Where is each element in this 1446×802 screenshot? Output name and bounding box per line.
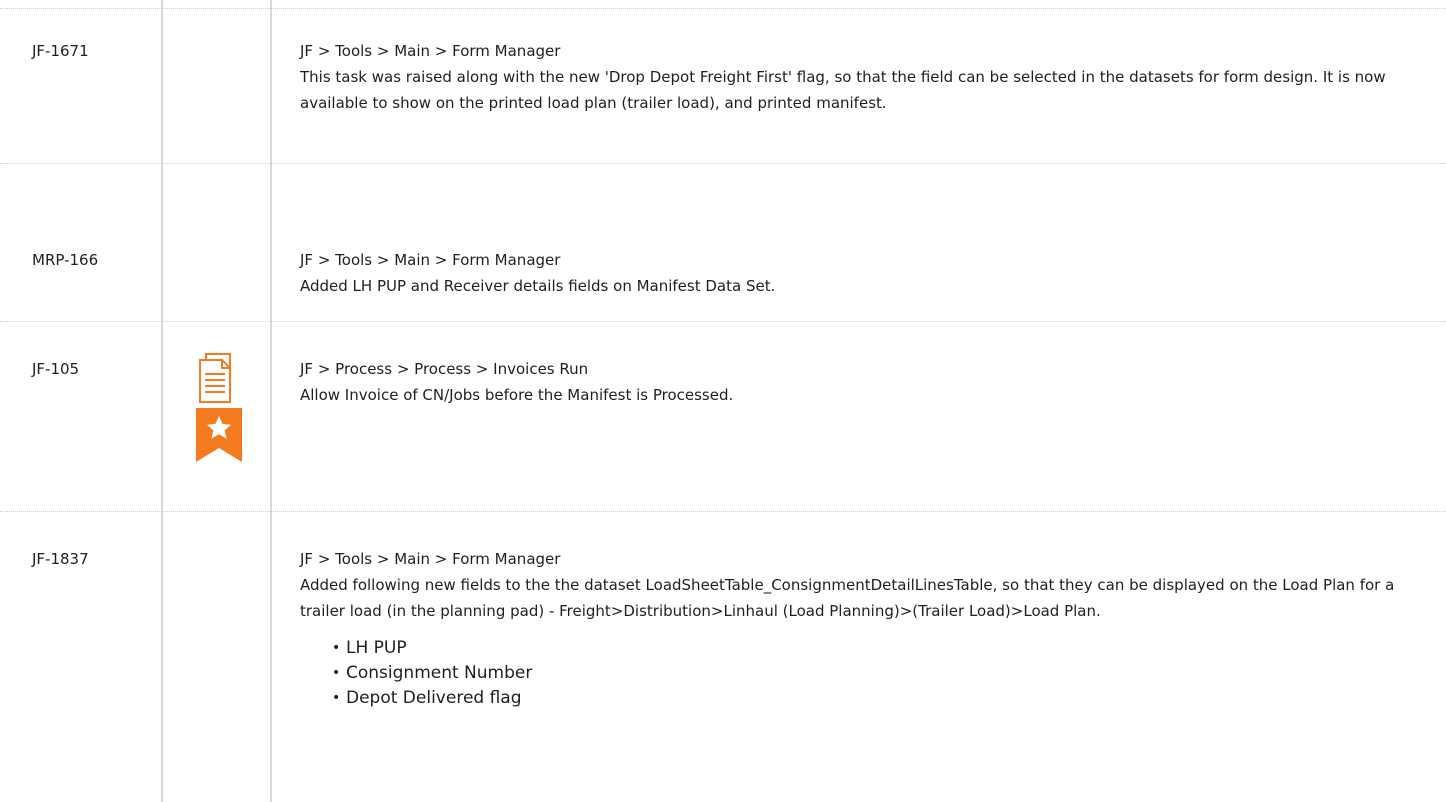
row-content: JF > Process > Process > Invoices Run Al… — [300, 356, 1400, 408]
list-item: Depot Delivered flag — [332, 686, 1400, 711]
row-content: JF > Tools > Main > Form Manager This ta… — [300, 38, 1400, 116]
row-icon-stack — [196, 353, 242, 462]
star-badge-icon — [196, 408, 242, 462]
row-content: JF > Tools > Main > Form Manager Added L… — [300, 247, 1400, 299]
description: Allow Invoice of CN/Jobs before the Mani… — [300, 386, 734, 404]
document-icon — [199, 353, 231, 403]
row-separator — [0, 8, 1446, 9]
field-list: LH PUP Consignment Number Depot Delivere… — [300, 636, 1400, 711]
row-icons — [196, 352, 242, 468]
menu-path: JF > Tools > Main > Form Manager — [300, 550, 561, 568]
list-item: Consignment Number — [332, 661, 1400, 686]
menu-path: JF > Process > Process > Invoices Run — [300, 360, 589, 378]
column-divider — [161, 0, 163, 802]
list-item: LH PUP — [332, 636, 1400, 661]
description: This task was raised along with the new … — [300, 68, 1386, 112]
issue-key: MRP-166 — [32, 251, 99, 269]
release-notes-table: JF-1671 JF > Tools > Main > Form Manager… — [0, 0, 1446, 802]
issue-key: JF-105 — [32, 360, 80, 378]
column-divider — [270, 0, 272, 802]
menu-path: JF > Tools > Main > Form Manager — [300, 42, 561, 60]
row-separator — [0, 511, 1446, 512]
issue-key: JF-1671 — [32, 42, 89, 60]
menu-path: JF > Tools > Main > Form Manager — [300, 251, 561, 269]
description: Added following new fields to the the da… — [300, 576, 1395, 620]
row-content: JF > Tools > Main > Form Manager Added f… — [300, 546, 1400, 711]
description: Added LH PUP and Receiver details fields… — [300, 277, 776, 295]
issue-key: JF-1837 — [32, 550, 89, 568]
row-separator — [0, 163, 1446, 164]
row-separator — [0, 321, 1446, 322]
